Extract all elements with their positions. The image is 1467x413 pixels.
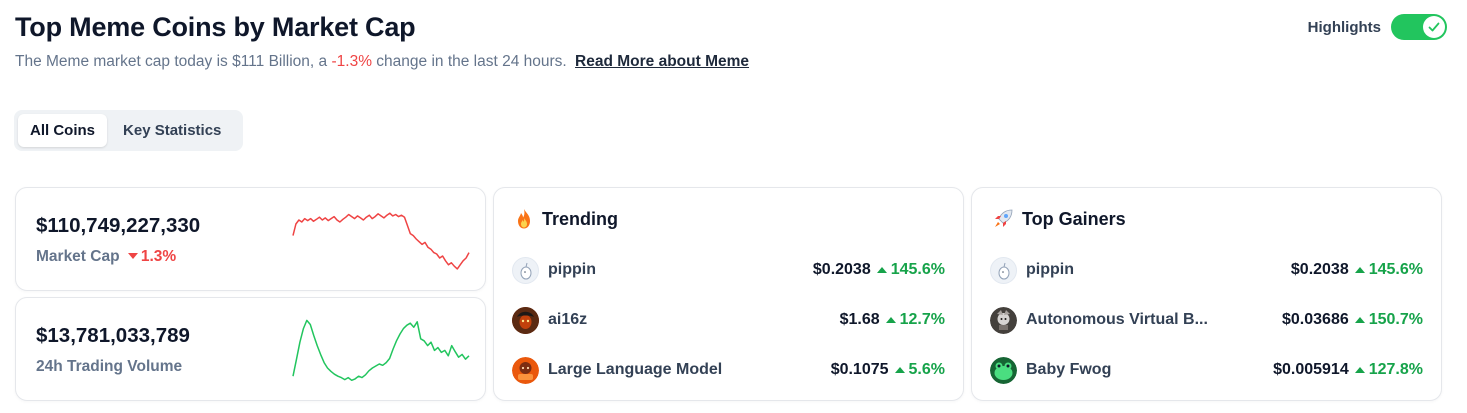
volume-label: 24h Trading Volume (36, 358, 183, 375)
trending-header: Trending (514, 208, 618, 230)
rocket-icon (995, 209, 1013, 227)
coin-change: 127.8% (1354, 361, 1423, 379)
trending-row[interactable]: Large Language Model $0.1075 5.6% (512, 355, 945, 385)
coin-price: $0.2038 (1290, 261, 1349, 278)
llm-icon (512, 356, 539, 384)
trending-card: Trending pippin $0.2038 145.6% ai16z $1.… (493, 187, 964, 401)
top-gainers-title: Top Gainers (1022, 208, 1126, 229)
gainer-row[interactable]: Baby Fwog $0.005914 127.8% (990, 355, 1423, 385)
volume-value: $13,781,033,789 (36, 324, 190, 347)
trending-row[interactable]: ai16z $1.68 12.7% (512, 305, 945, 335)
subtitle-suffix: change in the last 24 hours. (376, 53, 567, 70)
read-more-link[interactable]: Read More about Meme (575, 53, 749, 70)
coin-change-value: 150.7% (1368, 311, 1423, 328)
view-tabs: All Coins Key Statistics (14, 110, 243, 151)
avb-icon (990, 306, 1017, 334)
volume-sparkline (292, 319, 470, 382)
gainer-row[interactable]: Autonomous Virtual B... $0.03686 150.7% (990, 305, 1423, 335)
coin-change: 145.6% (876, 261, 945, 279)
caret-down-icon (127, 253, 138, 259)
market-cap-card: $110,749,227,330 Market Cap 1.3% (15, 187, 486, 291)
highlights-toggle[interactable] (1391, 14, 1447, 40)
coin-change-value: 12.7% (899, 311, 945, 328)
caret-up-icon (1354, 367, 1365, 373)
coin-name[interactable]: Baby Fwog (1026, 361, 1111, 379)
caret-up-icon (1354, 317, 1365, 323)
check-icon (1428, 22, 1440, 32)
market-cap-value: $110,749,227,330 (36, 214, 201, 237)
caret-up-icon (1354, 267, 1365, 273)
coin-change: 150.7% (1354, 311, 1423, 329)
page-subtitle: The Meme market cap today is $111 Billio… (15, 53, 749, 71)
page-title: Top Meme Coins by Market Cap (15, 12, 416, 42)
trending-row[interactable]: pippin $0.2038 145.6% (512, 255, 945, 285)
top-gainers-header: Top Gainers (992, 208, 1126, 230)
toggle-knob (1423, 16, 1445, 38)
flame-icon (518, 209, 530, 229)
coin-price: $0.03686 (1282, 311, 1349, 328)
coin-price: $1.68 (839, 311, 880, 328)
coin-change-value: 145.6% (890, 261, 945, 278)
gainer-row[interactable]: pippin $0.2038 145.6% (990, 255, 1423, 285)
market-cap-label: Market Cap (36, 248, 120, 265)
coin-name[interactable]: pippin (548, 261, 596, 279)
caret-up-icon (876, 267, 887, 273)
coin-name[interactable]: Autonomous Virtual B... (1026, 311, 1208, 329)
coin-change: 5.6% (894, 361, 945, 379)
pippin-icon (990, 256, 1017, 284)
market-cap-change-value: 1.3% (140, 248, 177, 265)
sparkline-path (292, 319, 470, 382)
coin-change: 145.6% (1354, 261, 1423, 279)
coin-change: 12.7% (885, 311, 945, 329)
ai16z-icon (512, 306, 539, 334)
caret-up-icon (894, 367, 905, 373)
subtitle-change: -1.3% (331, 53, 372, 70)
pippin-icon (512, 256, 539, 284)
coin-price: $0.2038 (812, 261, 871, 278)
market-cap-label-row: Market Cap 1.3% (36, 248, 176, 266)
subtitle-prefix: The Meme market cap today is $111 Billio… (15, 53, 328, 70)
highlights-label: Highlights (1307, 18, 1381, 36)
coin-change-value: 127.8% (1368, 361, 1423, 378)
market-cap-change: 1.3% (127, 248, 177, 265)
baby-fwog-icon (990, 356, 1017, 384)
highlights-control: Highlights (1308, 14, 1447, 40)
coin-change-value: 145.6% (1368, 261, 1423, 278)
caret-up-icon (885, 317, 896, 323)
tab-key-statistics[interactable]: Key Statistics (111, 114, 233, 147)
coin-price: $0.1075 (830, 361, 889, 378)
coin-price: $0.005914 (1273, 361, 1349, 378)
volume-card: $13,781,033,789 24h Trading Volume (15, 297, 486, 401)
sparkline-path (292, 212, 470, 270)
top-gainers-card: Top Gainers pippin $0.2038 145.6% Autono… (971, 187, 1442, 401)
tab-all-coins[interactable]: All Coins (18, 114, 108, 147)
coin-name[interactable]: pippin (1026, 261, 1074, 279)
coin-name[interactable]: ai16z (548, 311, 587, 329)
trending-title: Trending (542, 208, 618, 229)
coin-name[interactable]: Large Language Model (548, 361, 722, 379)
coin-change-value: 5.6% (908, 361, 945, 378)
market-cap-sparkline (292, 212, 470, 270)
